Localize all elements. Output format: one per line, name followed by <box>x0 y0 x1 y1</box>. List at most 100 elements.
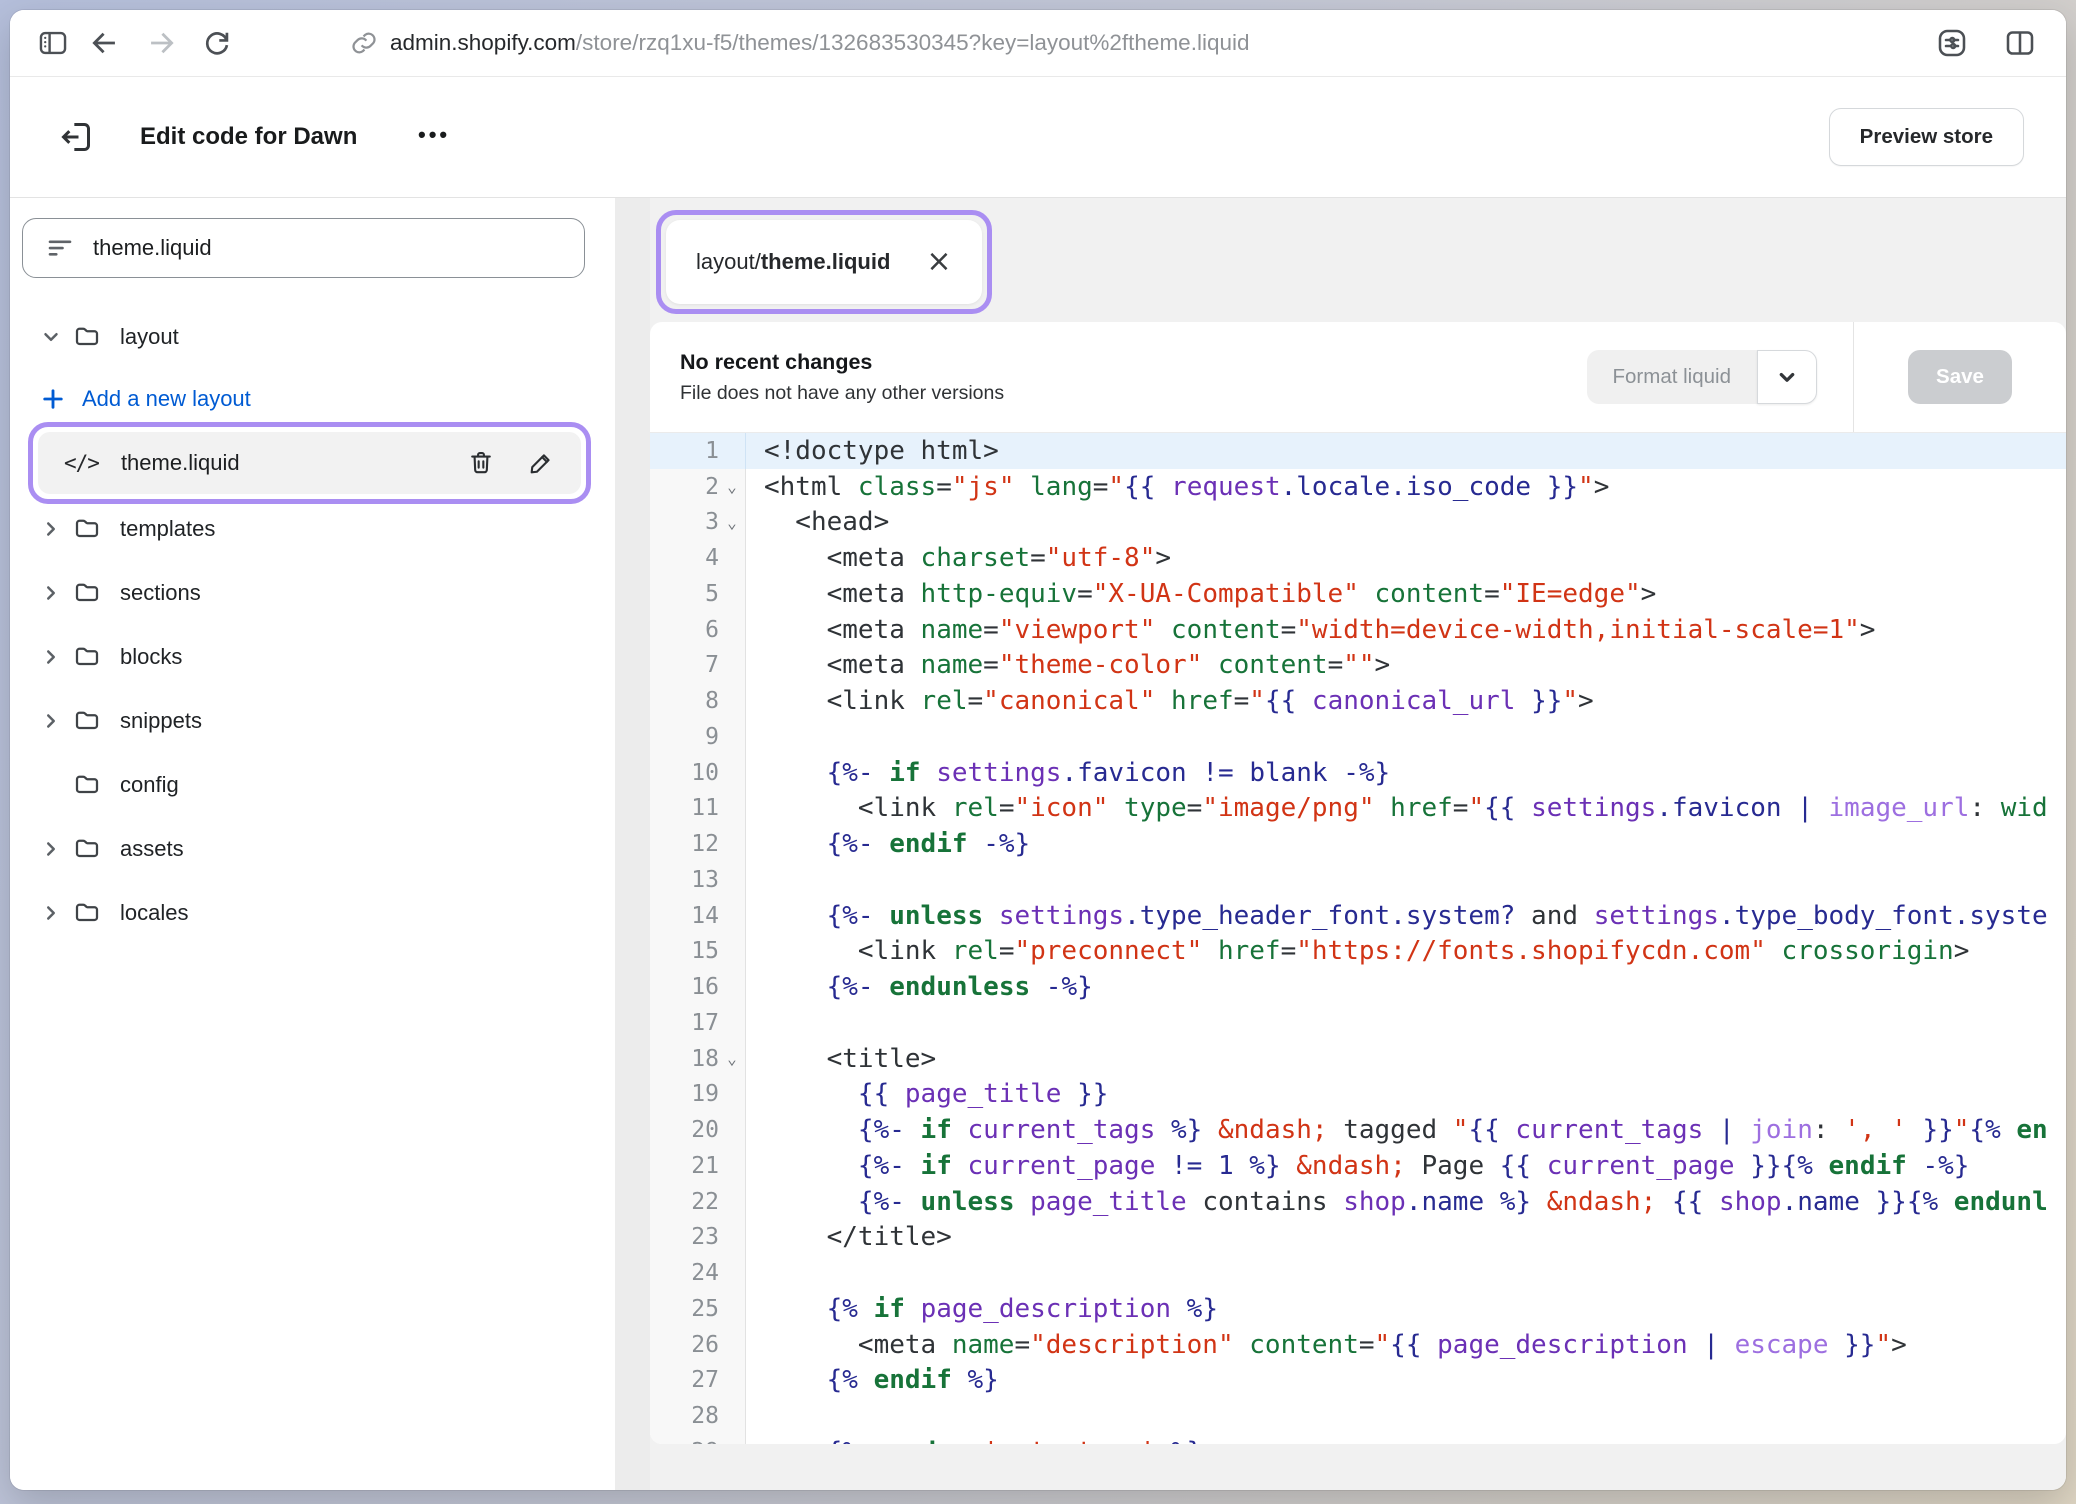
code-text[interactable]: {%- endunless -%} <box>746 972 1093 1002</box>
tab-theme-liquid[interactable]: layout/theme.liquid × <box>666 220 982 304</box>
code-line-8[interactable]: 8 <link rel="canonical" href="{{ canonic… <box>650 683 2066 719</box>
code-line-9[interactable]: 9 <box>650 719 2066 755</box>
code-text[interactable]: <meta name="description" content="{{ pag… <box>746 1330 1907 1360</box>
code-line-2[interactable]: 2⌄<html class="js" lang="{{ request.loca… <box>650 469 2066 505</box>
code-text[interactable]: <html class="js" lang="{{ request.locale… <box>746 472 1609 502</box>
code-line-4[interactable]: 4 <meta charset="utf-8"> <box>650 540 2066 576</box>
forward-button-icon[interactable] <box>144 26 178 60</box>
code-text[interactable]: {%- if current_tags %} &ndash; tagged "{… <box>746 1115 2048 1145</box>
format-options-dropdown[interactable] <box>1757 350 1817 404</box>
code-text[interactable]: <head> <box>746 507 889 537</box>
gutter-cell: 21 <box>650 1148 746 1184</box>
code-line-5[interactable]: 5 <meta http-equiv="X-UA-Compatible" con… <box>650 576 2066 612</box>
code-text[interactable]: <meta charset="utf-8"> <box>746 543 1171 573</box>
panel-divider[interactable] <box>615 198 650 1490</box>
more-options-icon[interactable]: ••• <box>418 122 450 148</box>
save-button[interactable]: Save <box>1908 350 2012 404</box>
code-line-20[interactable]: 20 {%- if current_tags %} &ndash; tagged… <box>650 1112 2066 1148</box>
code-line-18[interactable]: 18⌄ <title> <box>650 1041 2066 1077</box>
code-text[interactable]: <meta name="theme-color" content=""> <box>746 650 1390 680</box>
code-line-12[interactable]: 12 {%- endif -%} <box>650 826 2066 862</box>
sidebar-item-theme-liquid[interactable]: </> theme.liquid <box>38 432 581 494</box>
link-icon <box>350 29 378 57</box>
code-text[interactable]: {%- unless page_title contains shop.name… <box>746 1187 2048 1217</box>
sidebar-item-locales[interactable]: locales <box>10 881 615 945</box>
format-liquid-button[interactable]: Format liquid <box>1587 350 1758 404</box>
file-filter-input[interactable]: theme.liquid <box>22 218 585 278</box>
code-line-24[interactable]: 24 <box>650 1255 2066 1291</box>
code-text[interactable]: {% endif %} <box>746 1365 999 1395</box>
back-button-icon[interactable] <box>88 26 122 60</box>
code-line-15[interactable]: 15 <link rel="preconnect" href="https://… <box>650 934 2066 970</box>
chevron-right-icon[interactable] <box>38 582 64 604</box>
sidebar-item-blocks[interactable]: blocks <box>10 625 615 689</box>
code-line-17[interactable]: 17 <box>650 1005 2066 1041</box>
line-number: 28 <box>691 1403 719 1429</box>
code-line-21[interactable]: 21 {%- if current_page != 1 %} &ndash; P… <box>650 1148 2066 1184</box>
code-line-6[interactable]: 6 <meta name="viewport" content="width=d… <box>650 612 2066 648</box>
fold-toggle-icon[interactable]: ⌄ <box>719 1049 745 1068</box>
code-line-10[interactable]: 10 {%- if settings.favicon != blank -%} <box>650 755 2066 791</box>
code-text[interactable]: {% render 'meta-tags' %} <box>746 1437 1202 1444</box>
fold-toggle-icon[interactable]: ⌄ <box>719 477 745 496</box>
chevron-right-icon[interactable] <box>38 838 64 860</box>
sidebar-toggle-icon[interactable] <box>36 26 70 60</box>
code-line-19[interactable]: 19 {{ page_title }} <box>650 1077 2066 1113</box>
rename-file-icon[interactable] <box>527 449 555 477</box>
chevron-down-icon[interactable] <box>38 326 64 348</box>
page-settings-icon[interactable] <box>1934 25 1970 61</box>
code-line-13[interactable]: 13 <box>650 862 2066 898</box>
address-bar[interactable]: admin.shopify.com/store/rzq1xu-f5/themes… <box>350 10 1249 76</box>
delete-file-icon[interactable] <box>467 449 495 477</box>
code-line-1[interactable]: 1<!doctype html> <box>650 433 2066 469</box>
chevron-right-icon[interactable] <box>38 518 64 540</box>
chevron-right-icon[interactable] <box>38 646 64 668</box>
code-text[interactable]: {%- if current_page != 1 %} &ndash; Page… <box>746 1151 1969 1181</box>
sidebar-item-templates[interactable]: templates <box>10 497 615 561</box>
exit-editor-icon[interactable] <box>56 117 96 157</box>
code-text[interactable]: <!doctype html> <box>746 436 999 466</box>
reload-icon[interactable] <box>200 26 234 60</box>
code-text[interactable]: <link rel="preconnect" href="https://fon… <box>746 936 1969 966</box>
code-text[interactable]: </title> <box>746 1222 952 1252</box>
code-text[interactable]: {%- unless settings.type_header_font.sys… <box>746 901 2048 931</box>
chevron-right-icon[interactable] <box>38 710 64 732</box>
code-text[interactable]: <link rel="canonical" href="{{ canonical… <box>746 686 1594 716</box>
code-editor[interactable]: 1<!doctype html>2⌄<html class="js" lang=… <box>650 433 2066 1444</box>
code-line-26[interactable]: 26 <meta name="description" content="{{ … <box>650 1327 2066 1363</box>
code-line-11[interactable]: 11 <link rel="icon" type="image/png" hre… <box>650 791 2066 827</box>
code-line-7[interactable]: 7 <meta name="theme-color" content=""> <box>650 648 2066 684</box>
gutter-cell: 7 <box>650 648 746 684</box>
code-text[interactable]: {{ page_title }} <box>746 1079 1108 1109</box>
fold-toggle-icon[interactable]: ⌄ <box>719 513 745 532</box>
code-text[interactable]: <meta http-equiv="X-UA-Compatible" conte… <box>746 579 1656 609</box>
right-sidebar-toggle-icon[interactable] <box>2002 25 2038 61</box>
sidebar-item-sections[interactable]: sections <box>10 561 615 625</box>
code-line-29[interactable]: 29 {% render 'meta-tags' %} <box>650 1434 2066 1444</box>
sidebar-item-config[interactable]: config <box>10 753 615 817</box>
line-number: 17 <box>691 1010 719 1036</box>
add-new-layout-link[interactable]: Add a new layout <box>10 377 615 421</box>
preview-store-button[interactable]: Preview store <box>1829 108 2024 166</box>
code-line-14[interactable]: 14 {%- unless settings.type_header_font.… <box>650 898 2066 934</box>
code-line-3[interactable]: 3⌄ <head> <box>650 505 2066 541</box>
sidebar-item-assets[interactable]: assets <box>10 817 615 881</box>
chevron-right-icon[interactable] <box>38 902 64 924</box>
code-text[interactable]: <link rel="icon" type="image/png" href="… <box>746 793 2048 823</box>
sidebar-item-layout[interactable]: layout <box>10 315 615 359</box>
code-line-22[interactable]: 22 {%- unless page_title contains shop.n… <box>650 1184 2066 1220</box>
sidebar-item-snippets[interactable]: snippets <box>10 689 615 753</box>
gutter-cell: 26 <box>650 1327 746 1363</box>
code-text[interactable]: {% if page_description %} <box>746 1294 1218 1324</box>
code-line-23[interactable]: 23 </title> <box>650 1220 2066 1256</box>
code-text[interactable]: <meta name="viewport" content="width=dev… <box>746 615 1875 645</box>
code-line-28[interactable]: 28 <box>650 1398 2066 1434</box>
file-filter-value: theme.liquid <box>93 235 212 261</box>
close-tab-icon[interactable]: × <box>926 247 951 277</box>
code-text[interactable]: {%- endif -%} <box>746 829 1030 859</box>
code-line-27[interactable]: 27 {% endif %} <box>650 1363 2066 1399</box>
code-text[interactable]: <title> <box>746 1044 936 1074</box>
code-line-16[interactable]: 16 {%- endunless -%} <box>650 969 2066 1005</box>
code-line-25[interactable]: 25 {% if page_description %} <box>650 1291 2066 1327</box>
code-text[interactable]: {%- if settings.favicon != blank -%} <box>746 758 1390 788</box>
